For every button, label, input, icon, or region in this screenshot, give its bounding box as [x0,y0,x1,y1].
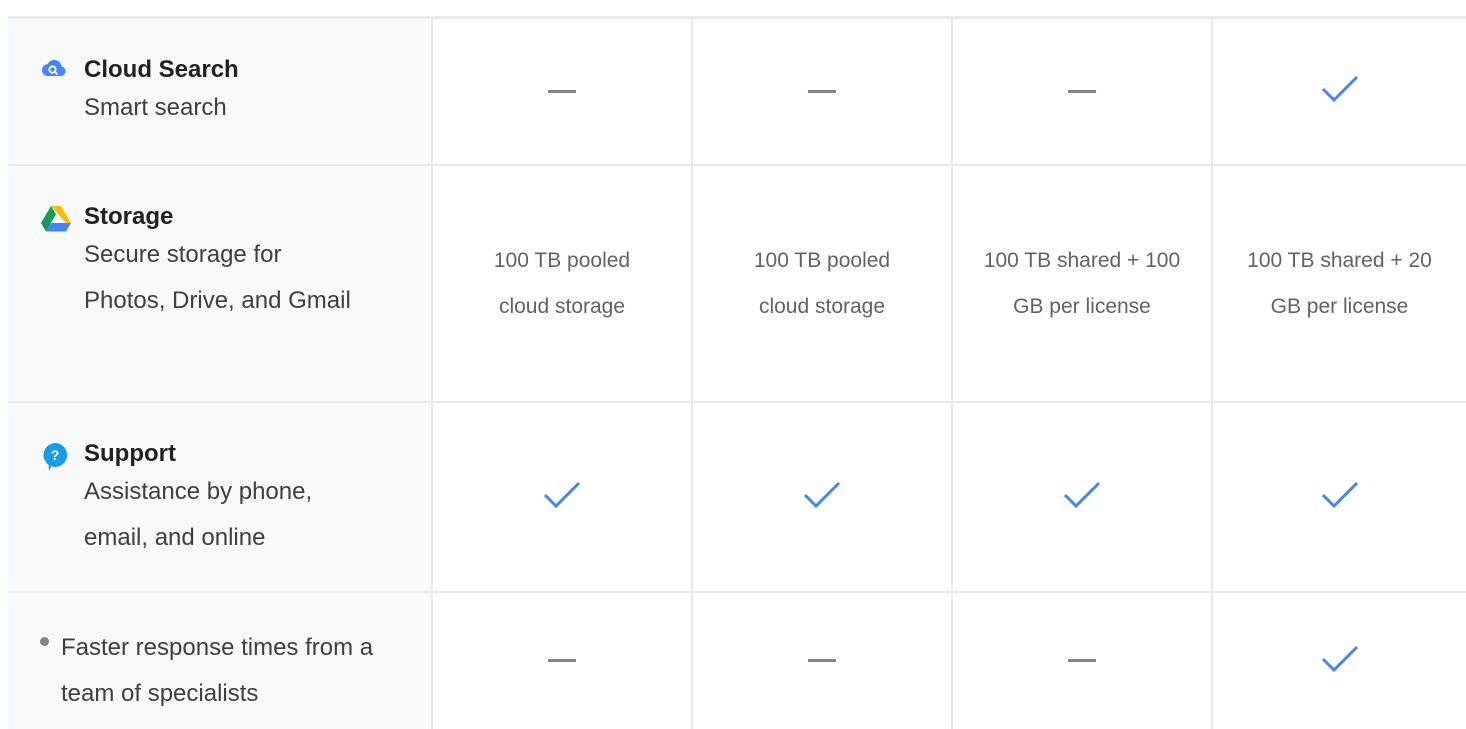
support-help-icon: ? [40,441,84,473]
table-row-faster-response: Faster response times from a team of spe… [8,592,1466,729]
check-icon [1320,480,1360,515]
table-row-support: ? Support Assistance by phone, email, an… [8,402,1466,593]
check-icon [1320,74,1360,109]
plan-comparison-table: Cloud Search Smart search Storage Secure… [8,19,1466,729]
plan-cell [692,19,953,166]
subfeature-cell: Faster response times from a team of spe… [8,592,433,729]
storage-value: 100 TB shared + 100 GB per license [983,248,1181,318]
plan-cell [432,19,693,166]
feature-title: Cloud Search [84,56,239,83]
bullet-icon [40,637,49,646]
check-icon [1062,480,1102,515]
not-included-dash-icon [808,659,836,663]
feature-cell-storage: Storage Secure storage for Photos, Drive… [8,165,433,403]
feature-title: Support [84,440,176,467]
feature-cell-cloud-search: Cloud Search Smart search [8,19,433,166]
plan-cell [952,402,1213,593]
storage-value: 100 TB pooled cloud storage [493,248,631,318]
plan-cell: 100 TB shared + 20 GB per license [1212,165,1466,403]
not-included-dash-icon [548,89,576,93]
plan-cell: 100 TB shared + 100 GB per license [952,165,1213,403]
plan-cell [692,402,953,593]
svg-text:?: ? [51,447,60,463]
plan-cell [952,19,1213,166]
check-icon [542,480,582,515]
feature-description: Assistance by phone, email, and online [84,478,313,551]
plan-cell [432,592,693,729]
plan-cell: 100 TB pooled cloud storage [432,165,693,403]
plan-cell [1212,19,1466,166]
storage-value: 100 TB pooled cloud storage [753,248,891,318]
not-included-dash-icon [1068,89,1096,93]
feature-title: Storage [84,203,174,230]
plan-cell [692,592,953,729]
google-drive-icon [40,204,84,236]
plan-cell [1212,592,1466,729]
check-icon [802,480,842,515]
not-included-dash-icon [548,659,576,663]
table-row-storage: Storage Secure storage for Photos, Drive… [8,165,1466,403]
table-row-cloud-search: Cloud Search Smart search [8,19,1466,166]
not-included-dash-icon [1068,659,1096,663]
plan-cell [952,592,1213,729]
not-included-dash-icon [808,89,836,93]
feature-cell-support: ? Support Assistance by phone, email, an… [8,402,433,593]
plan-cell [1212,402,1466,593]
plan-cell: 100 TB pooled cloud storage [692,165,953,403]
storage-value: 100 TB shared + 20 GB per license [1247,248,1432,318]
feature-description: Secure storage for Photos, Drive, and Gm… [84,241,351,314]
check-icon [1320,644,1360,679]
cloud-search-icon [40,57,84,89]
plan-cell [432,402,693,593]
feature-description: Smart search [84,94,227,121]
subfeature-text: Faster response times from a team of spe… [61,634,374,707]
